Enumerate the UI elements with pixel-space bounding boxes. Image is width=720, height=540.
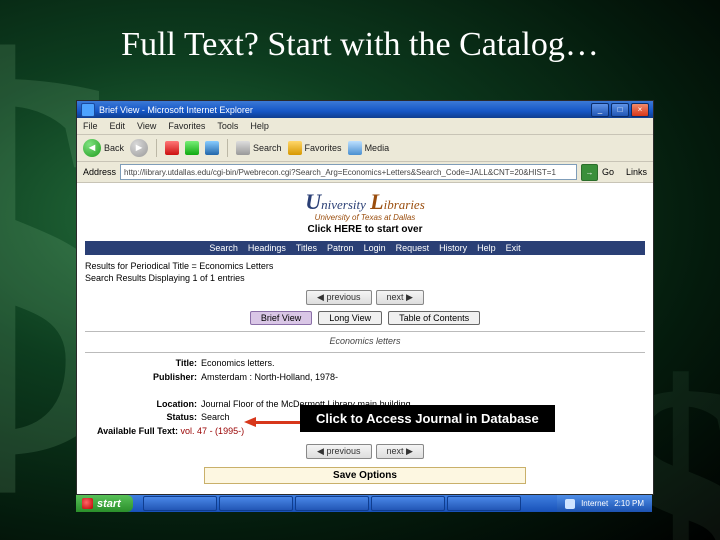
back-label: Back [104,143,124,153]
separator [227,139,228,157]
favorites-label: Favorites [305,143,342,153]
task-item[interactable] [447,496,521,511]
publisher-value: Amsterdam : North-Holland, 1978- [201,372,338,382]
nav-search[interactable]: Search [209,243,238,253]
menu-favorites[interactable]: Favorites [168,121,205,131]
refresh-icon[interactable] [185,141,199,155]
menu-bar: File Edit View Favorites Tools Help [77,118,653,135]
divider [85,331,645,332]
menu-tools[interactable]: Tools [217,121,238,131]
results-line1: Results for Periodical Title = Economics… [85,261,645,273]
callout-box: Click to Access Journal in Database [300,405,555,432]
callout-arrow [244,418,300,428]
nav-titles[interactable]: Titles [296,243,317,253]
task-item[interactable] [371,496,445,511]
search-button[interactable]: Search [236,141,282,155]
go-label: Go [602,167,614,177]
menu-edit[interactable]: Edit [110,121,126,131]
tab-brief-view[interactable]: Brief View [250,311,312,325]
menu-file[interactable]: File [83,121,98,131]
nav-history[interactable]: History [439,243,467,253]
logo-u: U [305,189,321,214]
nav-patron[interactable]: Patron [327,243,354,253]
title-value: Economics letters. [201,358,275,368]
forward-button[interactable]: ► [130,139,148,157]
next-button-bottom[interactable]: next ▶ [376,444,424,459]
media-button[interactable]: Media [348,141,390,155]
maximize-button[interactable]: □ [611,103,629,117]
windows-icon [82,498,93,509]
nav-login[interactable]: Login [364,243,386,253]
menu-view[interactable]: View [137,121,156,131]
address-input[interactable]: http://library.utdallas.edu/cgi-bin/Pweb… [120,164,577,180]
fulltext-link[interactable]: vol. 47 - (1995-) [181,426,245,436]
prev-button-bottom[interactable]: ◀ previous [306,444,371,459]
links-label[interactable]: Links [626,167,647,177]
page-content: University Libraries University of Texas… [77,183,653,494]
tab-long-view[interactable]: Long View [318,311,382,325]
clock: 2:10 PM [614,499,644,508]
search-label: Search [253,143,282,153]
nav-exit[interactable]: Exit [506,243,521,253]
favorites-button[interactable]: Favorites [288,141,342,155]
status-value: Search [201,412,230,422]
window-title: Brief View - Microsoft Internet Explorer [99,105,587,115]
library-logo[interactable]: University Libraries University of Texas… [85,189,645,222]
address-label: Address [83,167,116,177]
ie-icon [81,103,95,117]
titlebar: Brief View - Microsoft Internet Explorer… [77,101,653,118]
star-icon [288,141,302,155]
start-button[interactable]: start [76,495,133,512]
minimize-button[interactable]: _ [591,103,609,117]
status-label: Status: [97,411,197,425]
task-item[interactable] [295,496,369,511]
address-bar: Address http://library.utdallas.edu/cgi-… [77,162,653,183]
media-label: Media [365,143,390,153]
title-label: Title: [97,357,197,371]
nav-help[interactable]: Help [477,243,496,253]
results-line2: Search Results Displaying 1 of 1 entries [85,273,645,285]
separator [156,139,157,157]
start-over-link[interactable]: Click HERE to start over [85,224,645,235]
go-button[interactable]: → [581,164,598,181]
prev-button[interactable]: ◀ previous [306,290,371,305]
next-button[interactable]: next ▶ [376,290,424,305]
back-icon: ◄ [83,139,101,157]
fulltext-label: Available Full Text: [97,426,178,436]
browser-window: Brief View - Microsoft Internet Explorer… [76,100,654,495]
save-options[interactable]: Save Options [204,467,526,484]
task-item[interactable] [219,496,293,511]
logo-subtitle: University of Texas at Dallas [85,213,645,222]
nav-headings[interactable]: Headings [248,243,286,253]
media-icon [348,141,362,155]
tab-toc[interactable]: Table of Contents [388,311,480,325]
divider [85,352,645,353]
catalog-nav: Search Headings Titles Patron Login Requ… [85,241,645,255]
taskbar: start Internet 2:10 PM [76,495,652,512]
home-icon[interactable] [205,141,219,155]
logo-university: niversity [321,197,366,212]
publisher-label: Publisher: [97,371,197,385]
start-label: start [97,498,121,510]
tray-icon[interactable] [565,499,575,509]
search-icon [236,141,250,155]
tray-internet: Internet [581,499,608,508]
logo-libraries: ibraries [384,197,425,212]
toolbar: ◄ Back ► Search Favorites [77,135,653,162]
close-button[interactable]: × [631,103,649,117]
stop-icon[interactable] [165,141,179,155]
nav-request[interactable]: Request [396,243,430,253]
logo-l: L [370,189,383,214]
back-button[interactable]: ◄ Back [83,139,124,157]
task-item[interactable] [143,496,217,511]
menu-help[interactable]: Help [250,121,269,131]
slide-title: Full Text? Start with the Catalog… [0,26,720,64]
journal-heading: Economics letters [85,336,645,346]
location-label: Location: [97,398,197,412]
